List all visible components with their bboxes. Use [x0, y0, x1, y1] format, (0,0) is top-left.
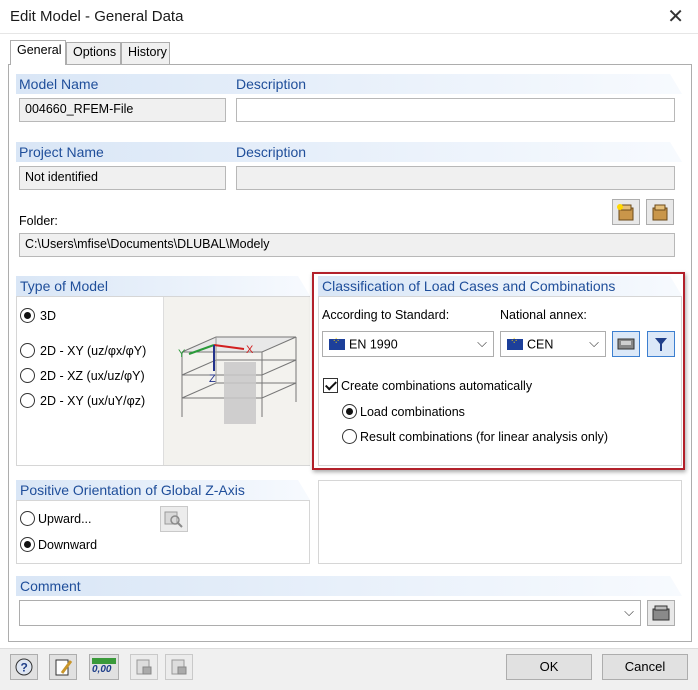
title-bar: Edit Model - General Data ✕	[0, 0, 698, 34]
model-description-label: Description	[236, 76, 307, 92]
orientation-downward-radio[interactable]	[20, 537, 35, 553]
edit-pencil-icon	[55, 659, 73, 676]
orientation-downward-option[interactable]: Downward	[20, 537, 98, 553]
ok-button[interactable]: OK	[506, 654, 592, 680]
model-2d-xy-plate-label: 2D - XY (uz/φx/φY)	[40, 343, 147, 358]
project-description-field	[236, 166, 675, 190]
svg-text:?: ?	[21, 661, 28, 675]
model-2d-xy-plane-option[interactable]: 2D - XY (ux/uY/φz)	[20, 393, 146, 409]
model-2d-xy-plane-radio[interactable]	[20, 393, 35, 409]
model-section-header: Model Name Description	[16, 74, 682, 94]
model-3d-label: 3D	[40, 308, 56, 323]
model-2d-xy-plate-option[interactable]: 2D - XY (uz/φx/φY)	[20, 343, 147, 359]
model-2d-xy-plane-label: 2D - XY (ux/uY/φz)	[40, 393, 146, 408]
project-name-field: Not identified	[19, 166, 226, 190]
tab-options[interactable]: Options	[66, 42, 121, 64]
chevron-down-icon: ⌵	[624, 604, 634, 619]
window-title: Edit Model - General Data	[10, 8, 184, 25]
model-type-preview: X Y Z	[163, 297, 310, 465]
comment-title: Comment	[20, 578, 81, 594]
tab-history[interactable]: History	[121, 42, 170, 64]
folder-path-field: C:\Users\mfise\Documents\DLUBAL\Modely	[19, 233, 675, 257]
highlight-frame	[312, 272, 685, 470]
orientation-preview-button[interactable]	[160, 506, 188, 532]
project-description-label: Description	[236, 144, 307, 160]
model-2d-xz-label: 2D - XZ (ux/uz/φY)	[40, 368, 145, 383]
edit-button[interactable]	[49, 654, 77, 680]
new-project-button[interactable]	[612, 199, 640, 225]
tab-general[interactable]: General	[10, 40, 66, 65]
orientation-upward-radio[interactable]	[20, 511, 35, 527]
import-icon	[136, 659, 152, 675]
cancel-button[interactable]: Cancel	[602, 654, 688, 680]
type-of-model-header: Type of Model	[16, 276, 310, 296]
model-2d-xy-plate-radio[interactable]	[20, 343, 35, 359]
model-2d-xz-option[interactable]: 2D - XZ (ux/uz/φY)	[20, 368, 145, 384]
import-button[interactable]	[130, 654, 158, 680]
new-project-icon	[617, 204, 634, 221]
model-2d-xz-radio[interactable]	[20, 368, 35, 384]
axis-x-label: X	[246, 344, 254, 356]
project-folder-icon	[652, 204, 668, 221]
project-section-header: Project Name Description	[16, 142, 682, 162]
orientation-upward-option[interactable]: Upward...	[20, 511, 92, 527]
type-of-model-title: Type of Model	[20, 278, 108, 294]
help-button[interactable]: ?	[10, 654, 38, 680]
model-name-label: Model Name	[19, 76, 99, 92]
export-button[interactable]	[165, 654, 193, 680]
model-3d-radio[interactable]	[20, 308, 35, 324]
orientation-header: Positive Orientation of Global Z-Axis	[16, 480, 310, 500]
model-description-input[interactable]	[236, 98, 675, 122]
comment-header: Comment	[16, 576, 682, 596]
orientation-downward-label: Downward	[38, 537, 98, 552]
orientation-upward-label: Upward...	[38, 511, 92, 526]
axis-z-label: Z	[209, 373, 216, 385]
orientation-title: Positive Orientation of Global Z-Axis	[20, 482, 245, 498]
comment-library-button[interactable]	[647, 600, 675, 626]
help-icon: ?	[15, 658, 33, 676]
comment-input[interactable]: ⌵	[19, 600, 641, 626]
units-button[interactable]: 0,00	[89, 654, 119, 680]
folder-label: Folder:	[19, 214, 58, 228]
units-value: 0,00	[92, 664, 112, 675]
empty-panel	[318, 480, 682, 564]
export-icon	[171, 659, 187, 675]
magnifier-icon	[164, 511, 183, 528]
comment-library-icon	[652, 605, 670, 621]
project-name-label: Project Name	[19, 144, 104, 160]
close-icon[interactable]: ✕	[667, 4, 684, 29]
3d-structure-illustration: X Y Z	[164, 297, 310, 465]
axis-y-label: Y	[178, 348, 186, 360]
model-name-field: 004660_RFEM-File	[19, 98, 226, 122]
open-project-button[interactable]	[646, 199, 674, 225]
model-3d-option[interactable]: 3D	[20, 308, 56, 324]
